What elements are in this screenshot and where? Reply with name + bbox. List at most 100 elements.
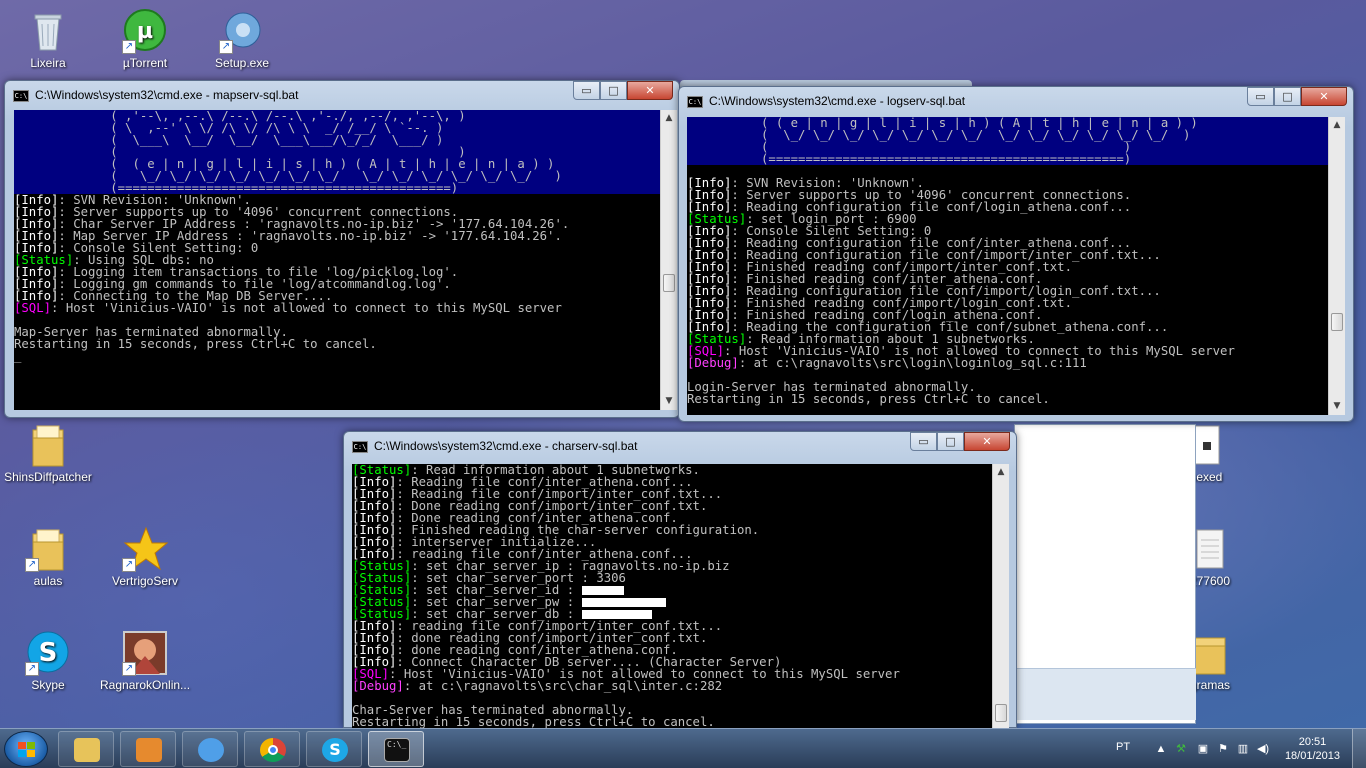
desktop-icon-ragnarok[interactable]: ↗ RagnarokOnlin... bbox=[100, 630, 190, 692]
console-output[interactable]: [Status]: Read information about 1 subne… bbox=[352, 464, 992, 728]
taskbar: S C:\_ PT ▲ ⚒ ▣ ⚑ ▥ ◀) 20:51 18/01/2013 bbox=[0, 728, 1366, 768]
window-titlebar[interactable]: C:\ C:\Windows\system32\cmd.exe - logser… bbox=[679, 87, 1353, 115]
mapserv-window[interactable]: C:\ C:\Windows\system32\cmd.exe - mapser… bbox=[4, 80, 680, 418]
taskbar-explorer-button[interactable] bbox=[58, 731, 114, 767]
console-line: Restarting in 15 seconds, press Ctrl+C t… bbox=[352, 716, 992, 728]
log-tag: [SQL] bbox=[14, 301, 52, 315]
scroll-up-icon[interactable]: ▲ bbox=[1329, 117, 1345, 134]
desktop-icon-utorrent[interactable]: µ ↗ µTorrent bbox=[100, 8, 190, 70]
window-title: C:\Windows\system32\cmd.exe - mapserv-sq… bbox=[35, 88, 299, 102]
clock[interactable]: 20:51 18/01/2013 bbox=[1285, 735, 1340, 763]
scroll-down-icon[interactable]: ▼ bbox=[661, 393, 677, 410]
taskbar-skype-button[interactable]: S bbox=[306, 731, 362, 767]
svg-text:µ: µ bbox=[137, 19, 153, 44]
desktop-icon-recycle-bin[interactable]: Lixeira bbox=[3, 8, 93, 70]
clock-time: 20:51 bbox=[1298, 736, 1327, 748]
console-output[interactable]: ( ( e | n | g | l | i | s | h ) ( A | t … bbox=[687, 117, 1328, 415]
setup-icon: ↗ bbox=[219, 8, 265, 54]
console-line: [Debug]: at c:\ragnavolts\src\char_sql\i… bbox=[352, 680, 992, 692]
network-icon[interactable]: ▥ bbox=[1236, 742, 1250, 756]
scroll-down-icon[interactable]: ▼ bbox=[1329, 398, 1345, 415]
minimize-button[interactable]: ▭ bbox=[573, 81, 600, 100]
redacted-value bbox=[581, 586, 624, 595]
language-indicator[interactable]: PT bbox=[1116, 741, 1130, 753]
vertical-scrollbar[interactable]: ▲ ▼ bbox=[660, 110, 677, 410]
desktop-icon-skype[interactable]: S ↗ Skype bbox=[3, 630, 93, 692]
skype-icon: S bbox=[322, 738, 348, 762]
vertrigo-star-icon: ↗ bbox=[122, 526, 169, 572]
console-line: Restarting in 15 seconds, press Ctrl+C t… bbox=[14, 338, 660, 350]
desktop-icon-shinsdiffpatcher[interactable]: ShinsDiffpatcher bbox=[3, 422, 93, 484]
taskbar-chrome-button[interactable] bbox=[244, 731, 300, 767]
start-button[interactable] bbox=[4, 731, 48, 767]
console-line: Restarting in 15 seconds, press Ctrl+C t… bbox=[687, 393, 1328, 405]
console-line: _ bbox=[14, 350, 660, 362]
close-button[interactable]: ✕ bbox=[964, 432, 1010, 451]
ascii-banner: ( ,'--\, ,--.\ /--.\ /--.\ ,'-./, ,--/, … bbox=[14, 110, 660, 194]
close-button[interactable]: ✕ bbox=[1301, 87, 1347, 106]
show-desktop-button[interactable] bbox=[1352, 729, 1366, 768]
taskbar-media-button[interactable] bbox=[120, 731, 176, 767]
show-hidden-icons-icon[interactable]: ▲ bbox=[1154, 742, 1168, 756]
shortcut-arrow-icon: ↗ bbox=[122, 40, 136, 54]
maximize-button[interactable]: □ bbox=[1274, 87, 1301, 106]
scroll-thumb[interactable] bbox=[995, 704, 1007, 722]
taskbar-cmd-button[interactable]: C:\_ bbox=[368, 731, 424, 767]
ragnarok-icon: ↗ bbox=[122, 630, 168, 676]
folder-icon: ↗ bbox=[25, 526, 71, 572]
messenger-icon bbox=[198, 738, 224, 762]
console-icon: C:\_ bbox=[384, 738, 410, 762]
window-titlebar[interactable]: C:\ C:\Windows\system32\cmd.exe - mapser… bbox=[5, 81, 679, 109]
windows-logo-icon bbox=[18, 742, 36, 758]
charserv-window[interactable]: C:\ C:\Windows\system32\cmd.exe - charse… bbox=[343, 431, 1017, 728]
shortcut-arrow-icon: ↗ bbox=[25, 662, 39, 676]
console-icon: C:\ bbox=[687, 96, 703, 108]
background-window-footer bbox=[1014, 668, 1196, 720]
log-tag: [Debug] bbox=[687, 356, 739, 370]
scroll-up-icon[interactable]: ▲ bbox=[661, 110, 677, 127]
minimize-button[interactable]: ▭ bbox=[1247, 87, 1274, 106]
shortcut-arrow-icon: ↗ bbox=[25, 558, 39, 572]
device-icon[interactable]: ▣ bbox=[1196, 742, 1210, 756]
log-tag: [Debug] bbox=[352, 679, 404, 693]
volume-icon[interactable]: ◀) bbox=[1256, 742, 1270, 756]
svg-text:S: S bbox=[39, 638, 58, 668]
console-line: [Debug]: at c:\ragnavolts\src\login\logi… bbox=[687, 357, 1328, 369]
logserv-window[interactable]: C:\ C:\Windows\system32\cmd.exe - logser… bbox=[678, 86, 1354, 422]
console-icon: C:\ bbox=[352, 441, 368, 453]
clock-date: 18/01/2013 bbox=[1284, 750, 1340, 762]
log-text: : at c:\ragnavolts\src\login\loginlog_sq… bbox=[738, 356, 1087, 370]
window-title: C:\Windows\system32\cmd.exe - logserv-sq… bbox=[709, 94, 966, 108]
desktop-icon-vertrigoserv[interactable]: ↗ VertrigoServ bbox=[100, 526, 190, 588]
vertical-scrollbar[interactable]: ▲ bbox=[992, 464, 1009, 728]
desktop-icon-aulas[interactable]: ↗ aulas bbox=[3, 526, 93, 588]
scroll-thumb[interactable] bbox=[663, 274, 675, 292]
close-button[interactable]: ✕ bbox=[627, 81, 673, 100]
log-text: Restarting in 15 seconds, press Ctrl+C t… bbox=[352, 715, 715, 728]
log-text: Restarting in 15 seconds, press Ctrl+C t… bbox=[14, 337, 377, 351]
banner-line: (=======================================… bbox=[687, 152, 1132, 166]
maximize-button[interactable]: □ bbox=[937, 432, 964, 451]
ascii-banner: ( ( e | n | g | l | i | s | h ) ( A | t … bbox=[687, 117, 1328, 165]
desktop-icon-setup[interactable]: ↗ Setup.exe bbox=[197, 8, 287, 70]
scroll-thumb[interactable] bbox=[1331, 313, 1343, 331]
window-titlebar[interactable]: C:\ C:\Windows\system32\cmd.exe - charse… bbox=[344, 432, 1016, 460]
taskbar-messenger-button[interactable] bbox=[182, 731, 238, 767]
shortcut-arrow-icon: ↗ bbox=[219, 40, 233, 54]
redacted-value bbox=[581, 610, 652, 619]
scroll-up-icon[interactable]: ▲ bbox=[993, 464, 1009, 481]
shortcut-arrow-icon: ↗ bbox=[122, 558, 136, 572]
shortcut-arrow-icon: ↗ bbox=[122, 662, 136, 676]
network-tool-icon[interactable]: ⚒ bbox=[1174, 742, 1188, 756]
recycle-bin-icon bbox=[25, 8, 71, 54]
redacted-value bbox=[581, 598, 666, 607]
flag-icon[interactable]: ⚑ bbox=[1216, 742, 1230, 756]
maximize-button[interactable]: □ bbox=[600, 81, 627, 100]
console-output[interactable]: ( ,'--\, ,--.\ /--.\ /--.\ ,'-./, ,--/, … bbox=[14, 110, 660, 410]
vertical-scrollbar[interactable]: ▲ ▼ bbox=[1328, 117, 1345, 415]
folder-icon bbox=[25, 422, 71, 468]
skype-icon: S ↗ bbox=[25, 630, 71, 676]
minimize-button[interactable]: ▭ bbox=[910, 432, 937, 451]
system-tray: PT ▲ ⚒ ▣ ⚑ ▥ ◀) 20:51 18/01/2013 bbox=[1116, 729, 1366, 768]
log-text: : at c:\ragnavolts\src\char_sql\inter.c:… bbox=[403, 679, 723, 693]
